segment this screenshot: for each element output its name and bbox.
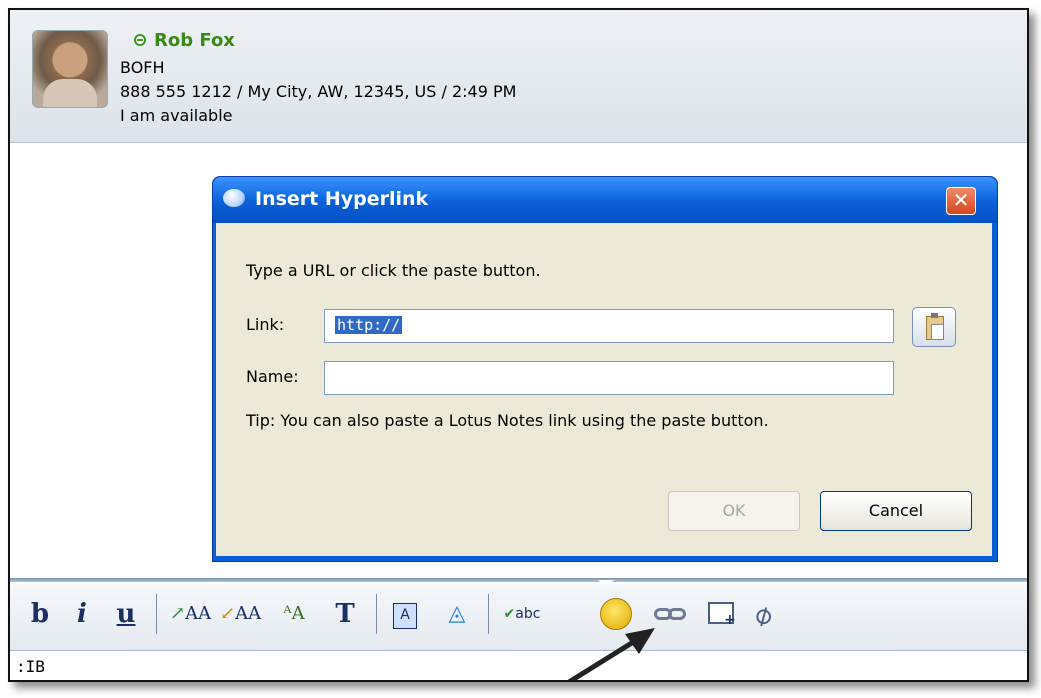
- attach-icon[interactable]: ⌀: [747, 596, 778, 633]
- available-status-icon: [134, 34, 146, 46]
- splitter[interactable]: [10, 578, 1027, 582]
- underline-button[interactable]: u: [114, 594, 138, 634]
- name-input[interactable]: [324, 361, 894, 395]
- name-label: Name:: [246, 367, 299, 386]
- dialog-body: Type a URL or click the paste button. Li…: [216, 223, 992, 556]
- contact-name: Rob Fox: [154, 30, 235, 51]
- toolbar-separator: [156, 594, 157, 634]
- toolbar-separator: [488, 594, 489, 634]
- contact-details: 888 555 1212 / My City, AW, 12345, US / …: [120, 82, 517, 101]
- insert-hyperlink-dialog: Insert Hyperlink ✕ Type a URL or click t…: [212, 176, 998, 562]
- format-toolbar: b i u ↗AA ↙AA ᴬA T A ◬ ✔abc ⌀: [10, 584, 1027, 650]
- grow-font-icon[interactable]: ↗AA: [170, 594, 211, 634]
- link-input[interactable]: http://: [324, 309, 894, 343]
- link-input-value: http://: [335, 316, 403, 334]
- dialog-titlebar[interactable]: Insert Hyperlink ✕: [213, 177, 997, 223]
- chat-window: Rob Fox BOFH 888 555 1212 / My City, AW,…: [8, 8, 1029, 682]
- pointer-arrow-icon: [567, 628, 655, 680]
- link-label: Link:: [246, 315, 285, 334]
- shrink-font-icon[interactable]: ↙AA: [220, 594, 261, 634]
- avatar: [32, 30, 108, 108]
- message-input[interactable]: :IB: [10, 650, 1027, 680]
- paste-button[interactable]: [912, 307, 956, 347]
- ok-button[interactable]: OK: [668, 491, 800, 531]
- contact-title: BOFH: [120, 58, 165, 77]
- contact-card: Rob Fox BOFH 888 555 1212 / My City, AW,…: [10, 10, 1027, 143]
- dialog-title: Insert Hyperlink: [255, 188, 429, 210]
- spellcheck-icon[interactable]: ✔abc: [502, 594, 542, 634]
- italic-button[interactable]: i: [70, 594, 94, 634]
- screen-capture-icon[interactable]: [708, 602, 736, 628]
- toolbar-separator: [376, 594, 377, 634]
- close-button[interactable]: ✕: [946, 187, 976, 215]
- font-icon[interactable]: ᴬA: [274, 594, 314, 634]
- contact-status: I am available: [120, 106, 233, 125]
- bold-button[interactable]: b: [28, 594, 52, 634]
- chat-bubble-icon: [223, 189, 245, 207]
- message-input-text: :IB: [16, 657, 45, 676]
- font-color-icon[interactable]: A: [388, 594, 422, 634]
- instruction-text: Type a URL or click the paste button.: [246, 261, 541, 280]
- highlight-icon[interactable]: ◬: [440, 594, 474, 634]
- tip-text: Tip: You can also paste a Lotus Notes li…: [246, 411, 769, 430]
- cancel-button[interactable]: Cancel: [820, 491, 972, 531]
- text-style-button[interactable]: T: [328, 594, 362, 634]
